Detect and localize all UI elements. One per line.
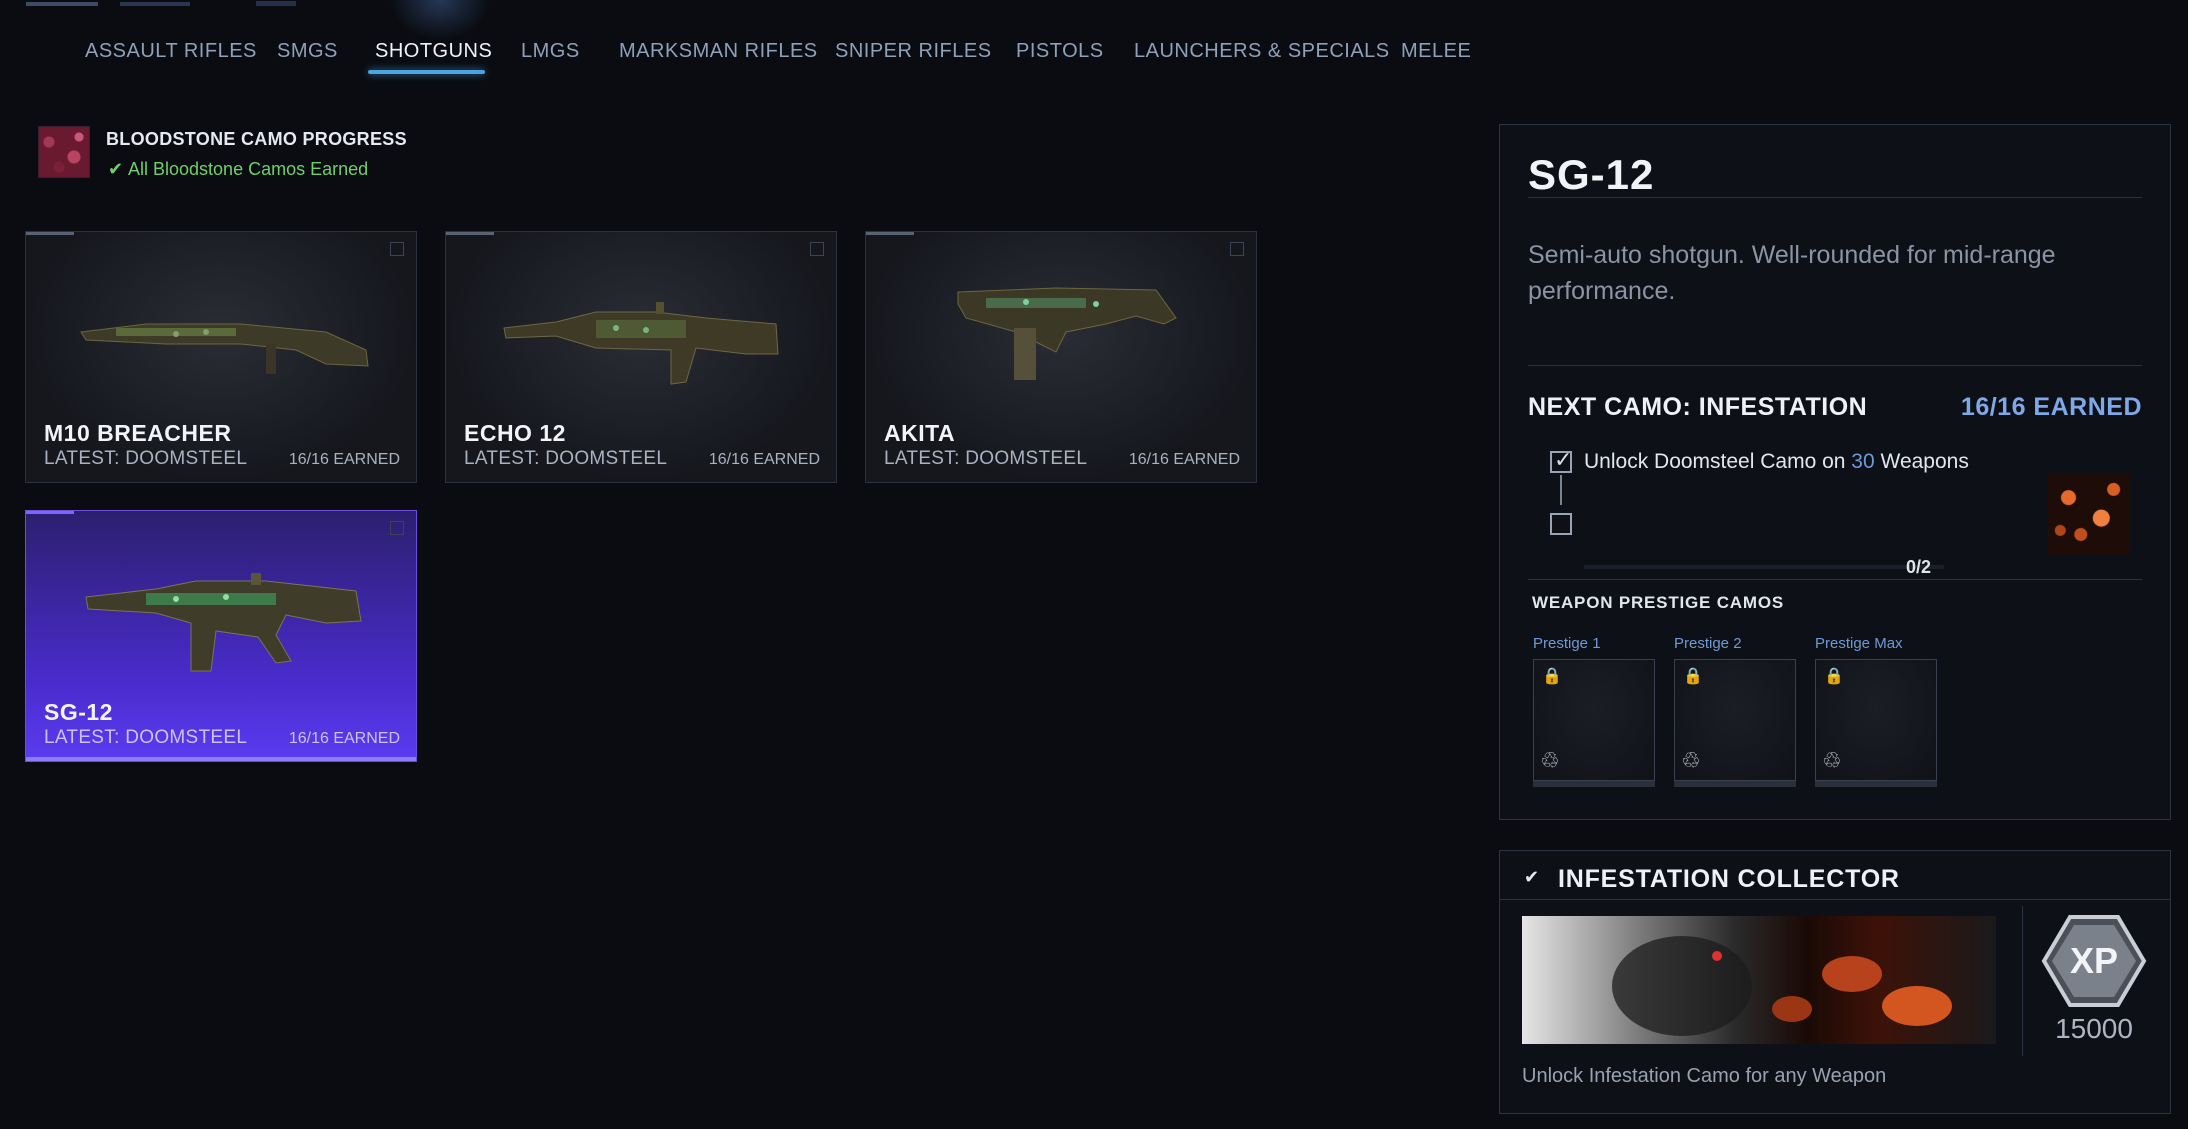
tab-launchers-specials[interactable]: LAUNCHERS & SPECIALS: [1134, 40, 1390, 63]
prestige-progress-bar: [1815, 781, 1937, 787]
task-progress-count: 0/2: [1906, 557, 1932, 577]
weapon-card-echo-12[interactable]: ECHO 12 LATEST: DOOMSTEEL 16/16 EARNED: [445, 231, 837, 483]
xp-label: XP: [2070, 940, 2118, 981]
prestige-progress-bar: [1674, 781, 1796, 787]
task-text-prefix: Unlock Doomsteel Camo on: [1584, 450, 1846, 473]
prestige-icon: ♲: [1822, 748, 1842, 773]
prestige-slot-1[interactable]: Prestige 1 🔒 ♲: [1533, 635, 1657, 787]
next-camo-title: NEXT CAMO: INFESTATION: [1528, 393, 1868, 421]
tab-smgs[interactable]: SMGS: [277, 40, 338, 63]
camo-task: Unlock Doomsteel Camo on 30 Weapons: [1584, 450, 1969, 474]
prestige-icon: ♲: [1681, 748, 1701, 773]
task-checkbox-pending: [1550, 513, 1572, 535]
prestige-label: Prestige 2: [1674, 635, 1742, 652]
weapon-detail-name: SG-12: [1528, 151, 1655, 198]
prestige-icon: ♲: [1540, 748, 1560, 773]
prestige-slot-2[interactable]: Prestige 2 🔒 ♲: [1674, 635, 1798, 787]
lock-icon: 🔒: [1683, 668, 1703, 685]
weapon-name: M10 BREACHER: [44, 420, 232, 446]
prestige-slot-max[interactable]: Prestige Max 🔒 ♲: [1815, 635, 1939, 787]
tab-lmgs[interactable]: LMGS: [521, 40, 580, 63]
task-number: 30: [1851, 450, 1875, 473]
weapon-earned-count: 16/16 EARNED: [708, 451, 820, 468]
camo-progress-status-text: All Bloodstone Camos Earned: [128, 159, 369, 179]
weapon-name: SG-12: [44, 699, 113, 725]
xp-value: 15000: [2055, 1013, 2133, 1044]
task-text-suffix: Weapons: [1880, 450, 1969, 473]
lock-icon: 🔒: [1542, 668, 1562, 685]
weapon-earned-count: 16/16 EARNED: [1128, 451, 1240, 468]
infestation-calling-card: [1522, 916, 1996, 1044]
check-icon: ✔: [1524, 867, 1540, 887]
tab-sniper-rifles[interactable]: SNIPER RIFLES: [835, 40, 992, 63]
weapon-latest-camo: LATEST: DOOMSTEEL: [884, 448, 1088, 469]
weapon-name: AKITA: [884, 420, 956, 446]
tab-melee[interactable]: MELEE: [1401, 40, 1471, 63]
weapon-latest-camo: LATEST: DOOMSTEEL: [44, 448, 248, 469]
bloodstone-camo-swatch: [38, 126, 90, 178]
check-icon: ✔: [108, 159, 124, 179]
tab-assault-rifles[interactable]: ASSAULT RIFLES: [85, 40, 257, 63]
weapon-latest-camo: LATEST: DOOMSTEEL: [464, 448, 668, 469]
weapon-card-sg-12[interactable]: SG-12 LATEST: DOOMSTEEL 16/16 EARNED: [25, 510, 417, 762]
checkmark-icon: ✓: [1554, 447, 1573, 472]
weapon-card-m10-breacher[interactable]: M10 BREACHER LATEST: DOOMSTEEL 16/16 EAR…: [25, 231, 417, 483]
weapon-name: ECHO 12: [464, 420, 566, 446]
weapon-earned-count: 16/16 EARNED: [288, 451, 400, 468]
collector-title: INFESTATION COLLECTOR: [1558, 865, 1900, 893]
akita-image: [957, 287, 1177, 380]
infestation-camo-swatch: [2048, 473, 2130, 555]
tab-marksman-rifles[interactable]: MARKSMAN RIFLES: [619, 40, 818, 63]
m10-breacher-image: [80, 323, 369, 374]
next-camo-earned: 16/16 EARNED: [1960, 393, 2142, 421]
weapon-detail-panel: SG-12 Semi-auto shotgun. Well-rounded fo…: [1499, 124, 2171, 820]
weapon-latest-camo: LATEST: DOOMSTEEL: [44, 727, 248, 748]
camo-progress-status: ✔ All Bloodstone Camos Earned: [108, 159, 368, 180]
tab-shotguns[interactable]: SHOTGUNS: [375, 40, 492, 63]
prestige-camos-title: WEAPON PRESTIGE CAMOS: [1532, 593, 1784, 612]
active-tab-underline: [368, 70, 485, 74]
weapon-category-tabs: ASSAULT RIFLES SMGS SHOTGUNS LMGS MARKSM…: [0, 0, 1500, 80]
weapon-card-akita[interactable]: AKITA LATEST: DOOMSTEEL 16/16 EARNED: [865, 231, 1257, 483]
weapon-description: Semi-auto shotgun. Well-rounded for mid-…: [1528, 241, 2056, 305]
tab-pistols[interactable]: PISTOLS: [1016, 40, 1104, 63]
camo-progress-title: BLOODSTONE CAMO PROGRESS: [106, 129, 407, 149]
weapon-earned-count: 16/16 EARNED: [288, 730, 400, 747]
prestige-label: Prestige Max: [1815, 635, 1903, 652]
lock-icon: 🔒: [1824, 668, 1844, 685]
prestige-label: Prestige 1: [1533, 635, 1601, 652]
xp-badge-icon: XP: [2041, 915, 2147, 1007]
task-checkbox-completed: ✓: [1550, 447, 1572, 473]
collector-description: Unlock Infestation Camo for any Weapon: [1522, 1065, 1887, 1087]
prestige-progress-bar: [1533, 781, 1655, 787]
collector-reward-panel[interactable]: ✔ INFESTATION COLLECTOR XP 15000 Unlock …: [1499, 850, 2171, 1114]
sg-12-image: [85, 573, 362, 672]
echo-12-image: [503, 302, 779, 385]
task-progress-bar: [1584, 565, 1944, 569]
